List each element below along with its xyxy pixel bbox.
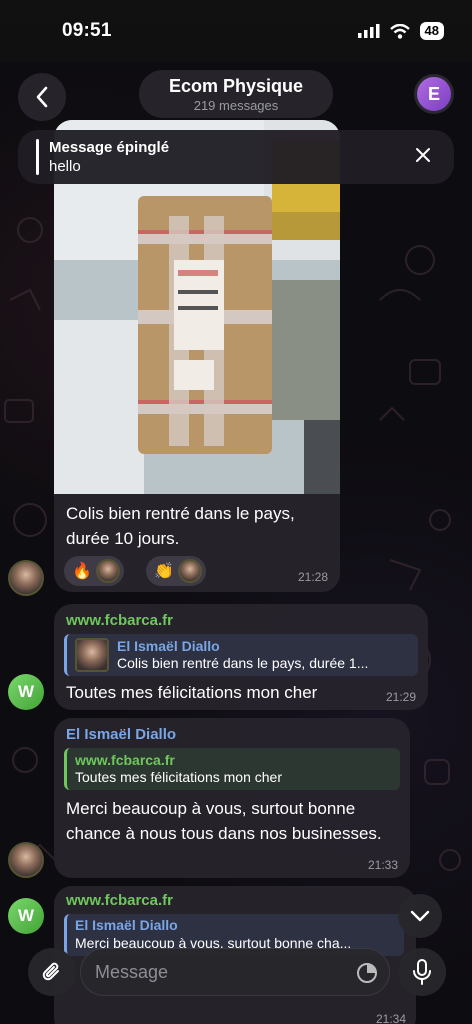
message-count: 219 messages [193,97,279,113]
message-time: 21:28 [297,570,328,584]
signal-icon [357,24,380,38]
composer-bar [0,944,472,1000]
message-time: 21:33 [367,858,398,872]
sender-avatar-w[interactable]: W [8,898,44,934]
chat-header: Ecom Physique 219 messages E [0,70,472,122]
sticker-icon[interactable] [356,962,378,984]
pinned-title: Message épinglé [49,139,170,156]
scroll-down-button[interactable] [398,894,442,938]
quoted-reply[interactable]: www.fcbarca.fr Toutes mes félicitations … [64,748,400,790]
paperclip-icon [42,962,59,981]
chevron-left-icon [36,86,48,108]
attach-button[interactable] [28,948,76,996]
sender-avatar[interactable] [8,842,44,878]
reply-message-bubble[interactable]: El Ismaël Diallo www.fcbarca.fr Toutes m… [54,718,410,878]
reaction-clap[interactable]: 👏 [146,556,206,586]
reply-author: www.fcbarca.fr [75,752,175,768]
message-text: Toutes mes félicitations mon cher [66,683,318,702]
sender-avatar[interactable] [8,560,44,596]
chat-title: Ecom Physique [168,75,304,96]
message-time: 21:34 [375,1012,406,1024]
reply-author: El Ismaël Diallo [117,638,220,654]
reactor-avatar [95,559,120,583]
pinned-message-bar[interactable]: Message épinglé hello [18,130,454,184]
sender-name[interactable]: www.fcbarca.fr [66,892,173,909]
reply-snippet: Toutes mes félicitations mon cher [75,769,282,785]
reply-thumbnail [75,638,109,672]
sender-avatar-w[interactable]: W [8,674,44,710]
pinned-text: hello [49,158,81,175]
fire-icon: 🔥 [72,563,92,580]
clap-icon: 👏 [154,563,174,580]
status-icons: 48 [357,22,444,40]
message-text: Colis bien rentré dans le pays, durée 10… [66,504,295,548]
chevron-down-icon [410,910,430,922]
status-bar: 09:51 48 [0,0,472,62]
pinned-indicator [36,139,39,175]
sender-name[interactable]: www.fcbarca.fr [66,612,173,629]
chat-title-pill[interactable]: Ecom Physique 219 messages [139,70,333,118]
close-icon[interactable] [414,146,432,164]
message-time: 21:29 [385,690,416,704]
microphone-icon [413,959,431,985]
clock: 09:51 [62,20,112,41]
photo-message-bubble[interactable]: Colis bien rentré dans le pays, durée 10… [54,120,340,592]
message-input[interactable] [80,948,390,996]
reaction-fire[interactable]: 🔥 [64,556,124,586]
battery-indicator: 48 [419,22,444,40]
reply-author: El Ismaël Diallo [75,917,178,933]
quoted-reply[interactable]: El Ismaël Diallo Colis bien rentré dans … [64,634,418,676]
wifi-icon [389,23,410,39]
microphone-button[interactable] [398,948,446,996]
reply-message-bubble[interactable]: www.fcbarca.fr El Ismaël Diallo Colis bi… [54,604,428,710]
group-avatar[interactable]: E [414,74,454,114]
reactor-avatar [177,559,202,583]
message-text: Merci beaucoup à vous, surtout bonne cha… [66,799,382,843]
reply-snippet: Colis bien rentré dans le pays, durée 1.… [117,655,369,671]
sender-name[interactable]: El Ismaël Diallo [66,726,176,743]
back-button[interactable] [18,73,66,121]
